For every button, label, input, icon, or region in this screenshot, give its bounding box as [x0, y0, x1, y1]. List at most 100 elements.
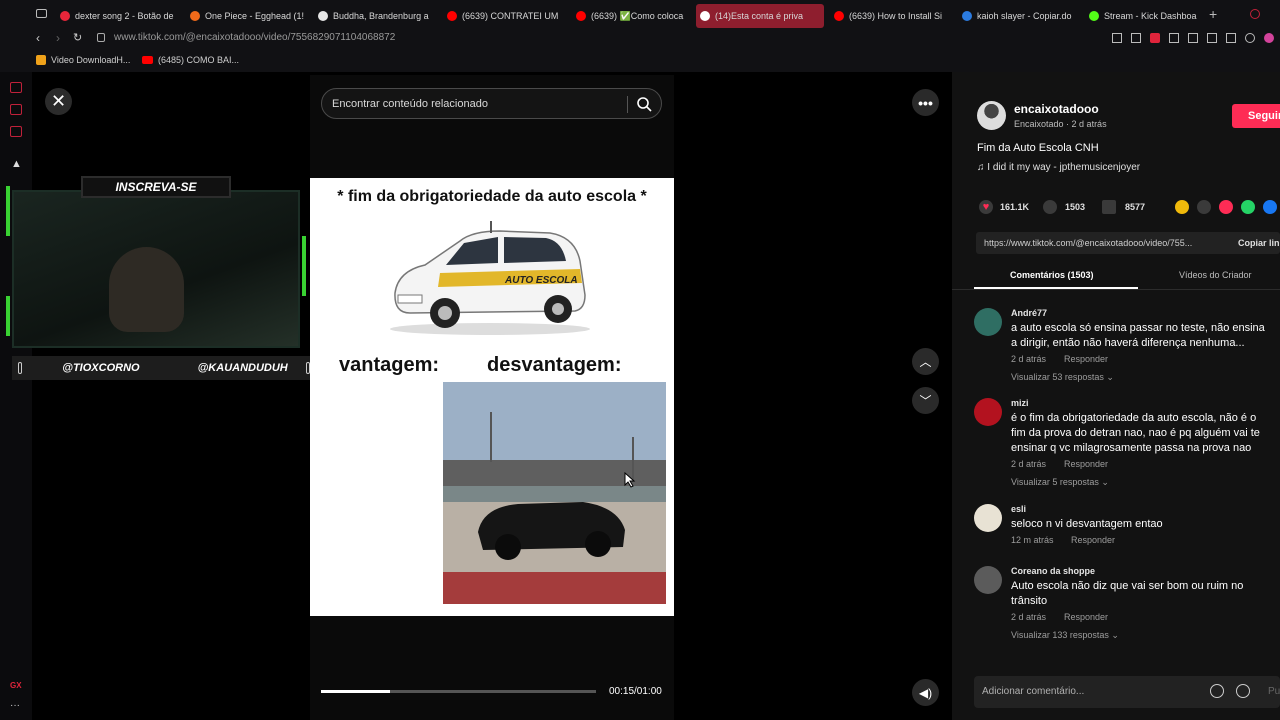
tab-label: One Piece - Egghead (1!: [205, 11, 304, 21]
extension-icon[interactable]: [1264, 33, 1274, 43]
handle-right: @KAUANDUDUH: [197, 362, 288, 374]
video-time: 00:15/01:00: [609, 686, 662, 697]
tab-label: (6639) How to Install Si: [849, 11, 943, 21]
tab-list-icon[interactable]: [36, 9, 47, 18]
lock-icon: [97, 33, 105, 42]
address-bar: ‹ › ↻ www.tiktok.com/@encaixotadooo/vide…: [0, 28, 1280, 50]
commenter-avatar[interactable]: [974, 398, 1002, 426]
browser-tab[interactable]: Buddha, Brandenburg a: [314, 4, 434, 28]
post-music[interactable]: ♫ I did it my way - jpthemusicenjoyer: [977, 162, 1140, 173]
browser-tab[interactable]: kaioh slayer - Copiar.do: [958, 4, 1078, 28]
play-icon[interactable]: [1226, 33, 1236, 43]
emoji-icon[interactable]: [1236, 684, 1250, 698]
coin-share-icon[interactable]: [1175, 200, 1189, 214]
bookmark-youtube[interactable]: (6485) COMO BAI...: [142, 55, 239, 65]
comment-text: a auto escola só ensina passar no teste,…: [1011, 322, 1265, 349]
commenter-name[interactable]: Coreano da shoppe: [1011, 566, 1095, 576]
creator-username[interactable]: encaixotadooo: [1014, 102, 1099, 116]
close-button[interactable]: ✕: [45, 88, 72, 115]
browser-tab[interactable]: (6639) CONTRATEI UM: [443, 4, 563, 28]
bookmark-icon[interactable]: [1102, 200, 1116, 214]
browser-tab[interactable]: dexter song 2 - Botão de: [56, 4, 176, 28]
instagram-icon: [305, 362, 310, 374]
browser-tab[interactable]: (6639) How to Install Si: [830, 4, 950, 28]
post-age: 2 d atrás: [1071, 119, 1107, 129]
commenter-avatar[interactable]: [974, 504, 1002, 532]
gx-icon[interactable]: GX: [10, 681, 22, 690]
view-replies-label: Visualizar 5 respostas: [1011, 477, 1099, 487]
commenter-name[interactable]: mizi: [1011, 398, 1029, 408]
pin-icon[interactable]: [1112, 33, 1122, 43]
copy-link-button[interactable]: Copiar link: [1238, 238, 1280, 248]
commenter-name[interactable]: esli: [1011, 504, 1026, 514]
tab-comments[interactable]: Comentários (1503): [1010, 270, 1094, 280]
snapshot-icon[interactable]: [1131, 33, 1141, 43]
whatsapp-icon[interactable]: [1241, 200, 1255, 214]
comment-icon[interactable]: [1043, 200, 1057, 214]
tab-favicon-icon: [190, 11, 200, 21]
download-icon[interactable]: [1169, 33, 1179, 43]
sidebar-app-icon[interactable]: [10, 82, 22, 93]
new-tab-icon[interactable]: +: [1209, 6, 1217, 22]
reply-button[interactable]: Responder: [1064, 354, 1108, 364]
browser-tab[interactable]: Stream - Kick Dashboa: [1085, 4, 1203, 28]
comment-item: mizi é o fim da obrigatoriedade da auto e…: [974, 398, 1274, 488]
commenter-avatar[interactable]: [974, 566, 1002, 594]
previous-video-button[interactable]: ︿: [912, 348, 939, 375]
shield-icon[interactable]: [1150, 33, 1160, 43]
view-replies-button[interactable]: Visualizar 5 respostas ⌄: [1011, 477, 1109, 488]
url-field[interactable]: www.tiktok.com/@encaixotadooo/video/7556…: [114, 32, 395, 43]
tab-favicon-icon: [834, 11, 844, 21]
tab-favicon-icon: [60, 11, 70, 21]
bookmark-video-downloader[interactable]: Video DownloadH...: [36, 55, 130, 65]
reply-button[interactable]: Responder: [1071, 535, 1115, 545]
camera-icon[interactable]: [1207, 33, 1217, 43]
browser-tab[interactable]: (14)Esta conta é priva: [696, 4, 824, 28]
video-progress-bar[interactable]: [321, 690, 596, 693]
facebook-icon[interactable]: [1263, 200, 1277, 214]
tab-creator-videos[interactable]: Vídeos do Criador: [1179, 270, 1252, 280]
comments-panel: encaixotadooo Encaixotado · 2 d atrás Se…: [952, 72, 1280, 720]
sidebar-messenger-icon[interactable]: [10, 126, 22, 137]
overlay-accent: [302, 236, 306, 296]
more-icon[interactable]: ···: [10, 700, 20, 711]
comment-count: 1503: [1065, 202, 1086, 212]
browser-tab[interactable]: One Piece - Egghead (1!: [186, 4, 304, 28]
sidebar-arrow-icon[interactable]: ▲: [11, 158, 22, 170]
sidebar-twitch-icon[interactable]: [10, 104, 22, 115]
view-replies-button[interactable]: Visualizar 53 respostas ⌄: [1011, 372, 1114, 383]
embed-icon[interactable]: [1197, 200, 1211, 214]
view-replies-button[interactable]: Visualizar 133 respostas ⌄: [1011, 630, 1119, 641]
search-tabs-icon[interactable]: [1250, 9, 1260, 19]
tab-label: (14)Esta conta é priva: [715, 11, 804, 21]
reply-button[interactable]: Responder: [1064, 612, 1108, 622]
next-video-button[interactable]: ﹀: [912, 387, 939, 414]
related-search-input[interactable]: Encontrar conteúdo relacionado: [321, 88, 662, 119]
share-link[interactable]: https://www.tiktok.com/@encaixotadooo/vi…: [984, 238, 1234, 248]
reload-icon[interactable]: ↻: [73, 31, 82, 44]
commenter-name[interactable]: André77: [1011, 308, 1047, 318]
reply-button[interactable]: Responder: [1064, 459, 1108, 469]
translate-icon[interactable]: [1188, 33, 1198, 43]
tab-label: (6639) ✅Como coloca: [591, 10, 684, 21]
like-icon[interactable]: ♥: [979, 200, 993, 214]
more-options-button[interactable]: •••: [912, 89, 939, 116]
twitch-icon: [18, 362, 23, 374]
bookmark-label: Video DownloadH...: [51, 55, 131, 65]
browser-tab[interactable]: (6639) ✅Como coloca: [572, 4, 688, 28]
driving-school-car-image: AUTO ESCOLA: [390, 221, 590, 335]
volume-button[interactable]: ◀): [912, 679, 939, 706]
search-icon[interactable]: [636, 96, 652, 112]
send-icon[interactable]: [1219, 200, 1233, 214]
commenter-avatar[interactable]: [974, 308, 1002, 336]
chevron-up-icon: ︿: [919, 355, 932, 369]
post-comment-button[interactable]: Publicar: [1268, 686, 1280, 697]
forward-icon[interactable]: ›: [56, 31, 60, 45]
follow-button[interactable]: Seguir: [1232, 104, 1280, 128]
comment-input[interactable]: Adicionar comentário...: [974, 676, 1280, 708]
post-description: Fim da Auto Escola CNH: [977, 142, 1099, 154]
mention-icon[interactable]: [1210, 684, 1224, 698]
back-icon[interactable]: ‹: [36, 31, 40, 45]
heart-icon[interactable]: [1245, 33, 1255, 43]
creator-avatar[interactable]: [977, 101, 1006, 130]
